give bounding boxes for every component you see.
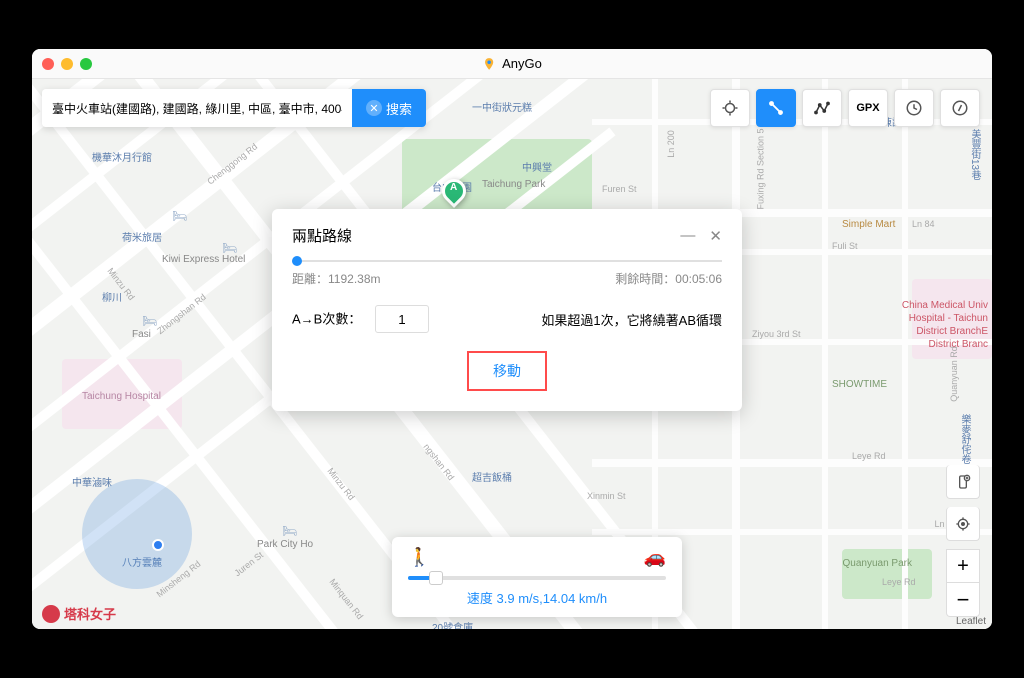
walk-icon: 🚶 (408, 547, 430, 568)
remaining-label: 剩餘時間：00:05:06 (615, 270, 722, 287)
poi-label: 中興堂 (522, 159, 552, 174)
poi-label: 柳川 (102, 289, 122, 304)
loop-hint: 如果超過1次，它將繞著AB循環 (541, 310, 722, 329)
two-point-route-button[interactable] (756, 89, 796, 127)
poi-label: 美豐街13巷 (967, 129, 982, 180)
poi-label: SHOWTIME (832, 379, 887, 390)
window-title: AnyGo (482, 56, 542, 71)
route-pin-a[interactable]: A (442, 179, 466, 209)
app-title: AnyGo (502, 56, 542, 71)
road-label: Ln 200 (666, 130, 676, 158)
watermark-text: 塔科女子 (64, 604, 116, 623)
close-panel-icon[interactable]: ✕ (709, 227, 722, 245)
poi-label: Quanyuan Park (843, 558, 913, 569)
move-button[interactable]: 移動 (467, 351, 547, 391)
poi-label: 20號倉庫 (432, 619, 473, 629)
poi-label: China Medical UnivHospital - TaichunDist… (902, 299, 988, 351)
clear-icon[interactable]: ✕ (366, 100, 382, 116)
minimize-panel-icon[interactable]: — (680, 227, 695, 245)
search-input[interactable] (42, 89, 352, 127)
road (822, 79, 828, 629)
poi-label: Park City Ho (257, 539, 313, 550)
search-button[interactable]: ✕ 搜索 (352, 89, 426, 127)
map-attribution: Leaflet (956, 616, 986, 627)
poi-label: 樂麥舒侘卷 (957, 414, 972, 464)
watermark-icon (42, 605, 60, 623)
current-location-dot (152, 539, 164, 551)
history-button[interactable] (894, 89, 934, 127)
hotel-icon: 🛏 (172, 209, 187, 223)
road-label: Ziyou 3rd St (752, 329, 801, 339)
minimize-icon[interactable] (61, 58, 73, 70)
toolbar: GPX (710, 89, 980, 127)
speed-slider[interactable] (408, 576, 666, 580)
road-label: Minquan Rd (327, 577, 365, 621)
panel-title: 兩點路線 (292, 225, 352, 246)
zoom-out-button[interactable]: − (946, 583, 980, 617)
road-label: Ln 84 (912, 219, 935, 229)
compass-button[interactable] (940, 89, 980, 127)
app-window: AnyGo 一中街狀元糕 台中公園 Taichung Pa (32, 49, 992, 629)
locate-button[interactable] (710, 89, 750, 127)
speed-thumb-icon[interactable] (429, 571, 443, 585)
road-label: Leye Rd (852, 451, 886, 461)
poi-label: Taichung Hospital (82, 391, 161, 402)
maximize-icon[interactable] (80, 58, 92, 70)
search-bar: ✕ 搜索 (42, 89, 426, 127)
poi-label: Kiwi Express Hotel (162, 254, 245, 265)
road-label: Furen St (602, 184, 637, 194)
titlebar: AnyGo (32, 49, 992, 79)
car-icon: 🚗 (644, 547, 666, 568)
road-label: Juren St (232, 550, 265, 579)
poi-label: 一中街狀元糕 (472, 99, 532, 114)
device-button[interactable] (946, 465, 980, 499)
road-label: Fuli St (832, 241, 858, 251)
road-label: Leye Rd (882, 577, 916, 587)
poi-label: Taichung Park (482, 179, 545, 190)
poi-label: 荷米旅居 (122, 229, 162, 244)
count-section: A→B次數： (292, 305, 429, 333)
poi-label: 中華滷味 (72, 474, 112, 489)
zoom-in-button[interactable]: + (946, 549, 980, 583)
traffic-lights (42, 58, 92, 70)
road-label: Fuxing Rd Section 5 (756, 128, 766, 209)
quanyuan-area (842, 549, 932, 599)
location-accuracy-circle (82, 479, 192, 589)
speed-readout: 速度 3.9 m/s,14.04 km/h (408, 588, 666, 607)
search-button-label: 搜索 (386, 99, 412, 118)
poi-label: 機華沐月行館 (92, 149, 152, 164)
close-icon[interactable] (42, 58, 54, 70)
map-controls: + − (946, 465, 980, 617)
watermark: 塔科女子 (42, 604, 116, 623)
loop-count-input[interactable] (375, 305, 429, 333)
distance-label: 距離：1192.38m (292, 270, 381, 287)
gpx-button[interactable]: GPX (848, 89, 888, 127)
road-label: Quanyuan Rd (949, 346, 959, 402)
road-label: Xinmin St (587, 491, 626, 501)
poi-label: 超吉飯桶 (472, 469, 512, 484)
count-label: A→B次數： (292, 312, 361, 327)
hotel-icon: 🛏 (222, 241, 237, 255)
app-logo-icon (482, 57, 496, 71)
hotel-icon: 🛏 (142, 314, 157, 328)
recenter-button[interactable] (946, 507, 980, 541)
hotel-icon: 🛏 (282, 524, 297, 538)
multi-point-route-button[interactable] (802, 89, 842, 127)
speed-panel: 🚶 🚗 速度 3.9 m/s,14.04 km/h (392, 537, 682, 617)
poi-label: Simple Mart (842, 219, 895, 230)
poi-label: Fasi (132, 329, 151, 340)
route-panel: 兩點路線 — ✕ 距離：1192.38m 剩餘時間：00:05:06 A→B次數… (272, 209, 742, 411)
road (902, 79, 908, 629)
progress-slider[interactable] (292, 260, 722, 262)
slider-thumb-icon[interactable] (292, 256, 302, 266)
